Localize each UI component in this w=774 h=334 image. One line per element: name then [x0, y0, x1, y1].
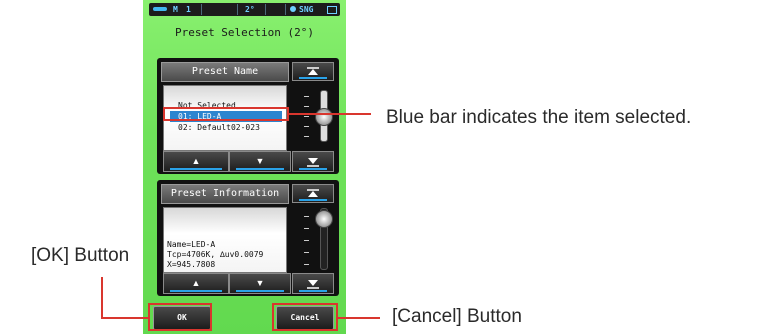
info-line: X=945.7808 [167, 260, 216, 269]
separator [201, 4, 202, 15]
scroll-up-button[interactable]: ▲ [163, 151, 229, 172]
device-screen: M 1 2° SNG Preset Selection (2°) Preset … [143, 0, 346, 334]
callout-line [101, 317, 148, 319]
info-line: Name=LED-A [167, 240, 216, 249]
scroll-down-button[interactable]: ▼ [229, 151, 291, 172]
list-item[interactable]: 02: Default02-023 [178, 122, 260, 133]
scroll-to-bottom-button[interactable] [292, 151, 334, 172]
down-arrow-icon: ▼ [255, 278, 265, 288]
callout-line [289, 113, 371, 115]
preset-info-panel: Preset Information Name=LED-A Tcp=4706K,… [157, 180, 339, 296]
memory-number: 1 [186, 5, 191, 14]
info-line: Tcp=4706K, ∆uv0.0079 [167, 250, 264, 259]
scrollbar[interactable] [300, 90, 334, 142]
cancel-callout-box [272, 303, 338, 331]
scroll-knob[interactable] [315, 210, 333, 228]
scroll-to-top-button[interactable] [292, 184, 334, 203]
record-dot-icon [290, 6, 296, 12]
scroll-up-button[interactable]: ▲ [163, 273, 229, 294]
up-arrow-icon: ▲ [191, 156, 201, 166]
preset-info-header: Preset Information [161, 184, 289, 204]
callout-line [338, 317, 380, 319]
preset-name-header: Preset Name [161, 62, 289, 82]
memory-icon [327, 6, 337, 14]
scroll-to-top-button[interactable] [292, 62, 334, 81]
viewing-angle: 2° [245, 5, 255, 14]
battery-icon [153, 7, 167, 11]
down-arrow-icon: ▼ [255, 156, 265, 166]
cancel-button-annotation: [Cancel] Button [392, 306, 522, 327]
scroll-knob[interactable] [315, 108, 333, 126]
up-arrow-icon: ▲ [191, 278, 201, 288]
separator [237, 4, 238, 15]
separator [285, 4, 286, 15]
preset-info-text: Name=LED-A Tcp=4706K, ∆uv0.0079 X=945.78… [163, 207, 287, 273]
scroll-down-button[interactable]: ▼ [229, 273, 291, 294]
ok-button-annotation: [OK] Button [31, 245, 130, 266]
blue-bar-annotation: Blue bar indicates the item selected. [386, 107, 692, 128]
separator [265, 4, 266, 15]
sync-mode: SNG [299, 5, 314, 14]
selection-callout-box [163, 107, 289, 121]
scrollbar[interactable] [300, 208, 334, 272]
callout-line [101, 277, 103, 318]
ok-callout-box [148, 303, 212, 331]
scroll-to-bottom-button[interactable] [292, 273, 334, 294]
status-bar: M 1 2° SNG [149, 3, 340, 16]
screen-title: Preset Selection (2°) [174, 26, 315, 39]
mode-indicator: M [173, 5, 178, 14]
